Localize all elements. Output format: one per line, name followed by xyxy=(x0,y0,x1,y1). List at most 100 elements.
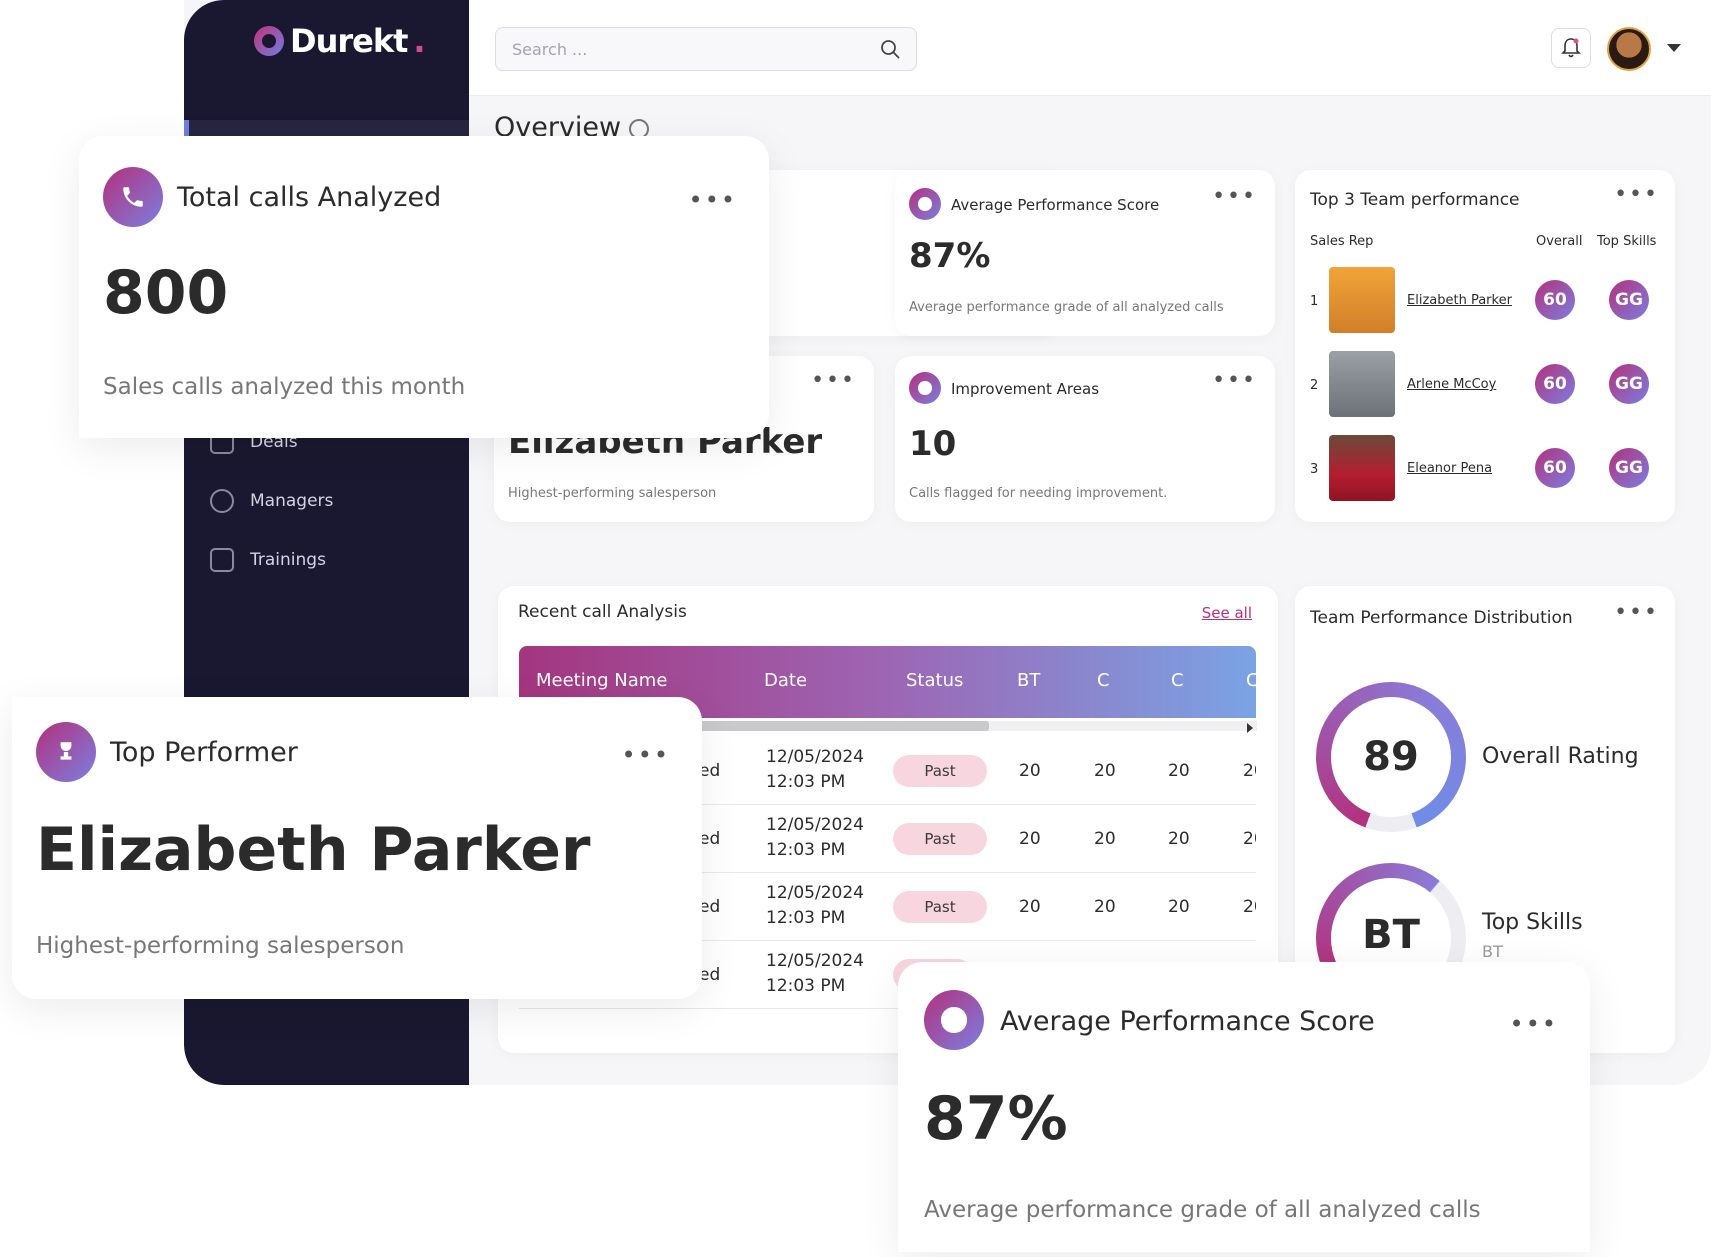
brand-logo[interactable]: Durekt. xyxy=(254,22,426,60)
more-icon[interactable]: ••• xyxy=(1614,602,1659,624)
search-icon[interactable] xyxy=(880,39,900,59)
meeting-date: 12/05/2024 xyxy=(766,951,864,971)
alert-icon xyxy=(909,372,941,404)
avg-score-sub: Average performance grade of all analyze… xyxy=(909,300,1224,315)
top-skills-label: Top Skills xyxy=(1482,910,1583,935)
total-calls-overlay: Total calls Analyzed ••• 800 Sales calls… xyxy=(79,136,769,438)
col-c3[interactable]: C xyxy=(1246,670,1259,691)
meeting-name: ed xyxy=(699,761,721,781)
bell-icon xyxy=(1561,38,1581,58)
overall-score-badge: 60 xyxy=(1535,364,1575,404)
meeting-time: 12:03 PM xyxy=(766,772,846,792)
recent-title: Recent call Analysis xyxy=(518,602,687,622)
score-c3: 20 xyxy=(1243,897,1256,917)
team-rank: 2 xyxy=(1310,378,1319,393)
award-icon xyxy=(909,188,941,220)
meeting-name: ed xyxy=(699,965,721,985)
top-performer-title: Top Performer xyxy=(110,737,298,768)
top-performer-name: Elizabeth Parker xyxy=(36,815,591,885)
scroll-right-icon[interactable] xyxy=(1247,723,1253,733)
pen-icon xyxy=(210,548,234,572)
user-avatar[interactable] xyxy=(1607,27,1651,71)
see-all-link[interactable]: See all xyxy=(1202,604,1252,622)
more-icon[interactable]: ••• xyxy=(622,743,670,767)
avg-score-title: Average Performance Score xyxy=(951,196,1160,214)
overall-rating-gauge: 89 xyxy=(1316,682,1466,832)
trophy-icon xyxy=(36,722,96,782)
team-member-link[interactable]: Arlene McCoy xyxy=(1407,377,1496,392)
col-date[interactable]: Date xyxy=(764,670,807,691)
top-performer-sub: Highest-performing salesperson xyxy=(508,486,717,501)
sidebar-item-trainings[interactable]: Trainings xyxy=(210,548,326,572)
score-bt: 20 xyxy=(1019,897,1041,917)
phone-icon xyxy=(103,167,163,227)
horizontal-scrollbar[interactable] xyxy=(699,721,1257,731)
search-input[interactable]: Search ... xyxy=(495,27,917,71)
scrollbar-thumb[interactable] xyxy=(699,721,989,731)
brand-dot: . xyxy=(413,22,425,60)
meeting-date: 12/05/2024 xyxy=(766,815,864,835)
improvement-sub: Calls flagged for needing improvement. xyxy=(909,486,1168,501)
score-c1: 20 xyxy=(1094,897,1116,917)
meeting-time: 12:03 PM xyxy=(766,976,846,996)
notification-button[interactable] xyxy=(1551,28,1591,68)
team-performance-card: Top 3 Team performance ••• Sales Rep Ove… xyxy=(1295,170,1675,522)
col-status[interactable]: Status xyxy=(906,670,963,691)
skill-badge: GG xyxy=(1609,448,1649,488)
score-c3: 20 xyxy=(1243,829,1256,849)
total-calls-title: Total calls Analyzed xyxy=(177,182,442,213)
meeting-name: ed xyxy=(699,897,721,917)
more-icon[interactable]: ••• xyxy=(1212,370,1257,392)
improvement-value: 10 xyxy=(909,424,957,464)
avg-score-overlay: Average Performance Score ••• 87% Averag… xyxy=(898,962,1590,1252)
status-badge: Past xyxy=(893,755,987,787)
score-bt: 20 xyxy=(1019,761,1041,781)
chevron-down-icon[interactable] xyxy=(1667,44,1681,52)
avg-score-value: 87% xyxy=(909,236,991,276)
meeting-date: 12/05/2024 xyxy=(766,883,864,903)
total-calls-value: 800 xyxy=(103,258,229,328)
award-icon xyxy=(924,990,984,1050)
team-col-skills: Top Skills xyxy=(1597,234,1657,249)
topbar: Search ... xyxy=(469,0,1711,96)
team-member-link[interactable]: Eleanor Pena xyxy=(1407,461,1492,476)
top-skills-sub: BT xyxy=(1482,942,1503,961)
more-icon[interactable]: ••• xyxy=(1510,1012,1558,1036)
meeting-date: 12/05/2024 xyxy=(766,747,864,767)
team-col-overall: Overall xyxy=(1536,234,1583,249)
score-c1: 20 xyxy=(1094,829,1116,849)
meeting-time: 12:03 PM xyxy=(766,840,846,860)
improvement-title: Improvement Areas xyxy=(951,380,1100,398)
avatar xyxy=(1329,267,1395,333)
col-c1[interactable]: C xyxy=(1097,670,1110,691)
overall-rating-value: 89 xyxy=(1331,697,1451,817)
total-calls-sub: Sales calls analyzed this month xyxy=(103,374,466,400)
team-member-link[interactable]: Elizabeth Parker xyxy=(1407,293,1512,308)
score-bt: 20 xyxy=(1019,829,1041,849)
skill-badge: GG xyxy=(1609,364,1649,404)
more-icon[interactable]: ••• xyxy=(1614,184,1659,206)
status-badge: Past xyxy=(893,823,987,855)
search-placeholder: Search ... xyxy=(512,40,588,59)
col-bt[interactable]: BT xyxy=(1017,670,1040,691)
more-icon[interactable]: ••• xyxy=(689,188,737,212)
user-hand-icon xyxy=(210,489,234,513)
avg-score-card: Average Performance Score ••• 87% Averag… xyxy=(895,170,1275,336)
status-badge: Past xyxy=(893,891,987,923)
sidebar-item-managers[interactable]: Managers xyxy=(210,489,333,513)
more-icon[interactable]: ••• xyxy=(1212,186,1257,208)
team-rank: 3 xyxy=(1310,462,1319,477)
team-rank: 1 xyxy=(1310,294,1319,309)
score-c2: 20 xyxy=(1168,761,1190,781)
more-icon[interactable]: ••• xyxy=(811,370,856,392)
score-c2: 20 xyxy=(1168,829,1190,849)
col-meeting-name[interactable]: Meeting Name xyxy=(536,670,667,691)
avg-score-sub: Average performance grade of all analyze… xyxy=(924,1197,1481,1223)
sidebar-item-label: Trainings xyxy=(250,550,326,570)
col-c2[interactable]: C xyxy=(1171,670,1184,691)
avg-score-value: 87% xyxy=(924,1084,1068,1154)
brand-name: Durekt xyxy=(290,22,408,60)
overall-score-badge: 60 xyxy=(1535,280,1575,320)
meeting-name: ed xyxy=(699,829,721,849)
avg-score-title: Average Performance Score xyxy=(1000,1006,1375,1037)
